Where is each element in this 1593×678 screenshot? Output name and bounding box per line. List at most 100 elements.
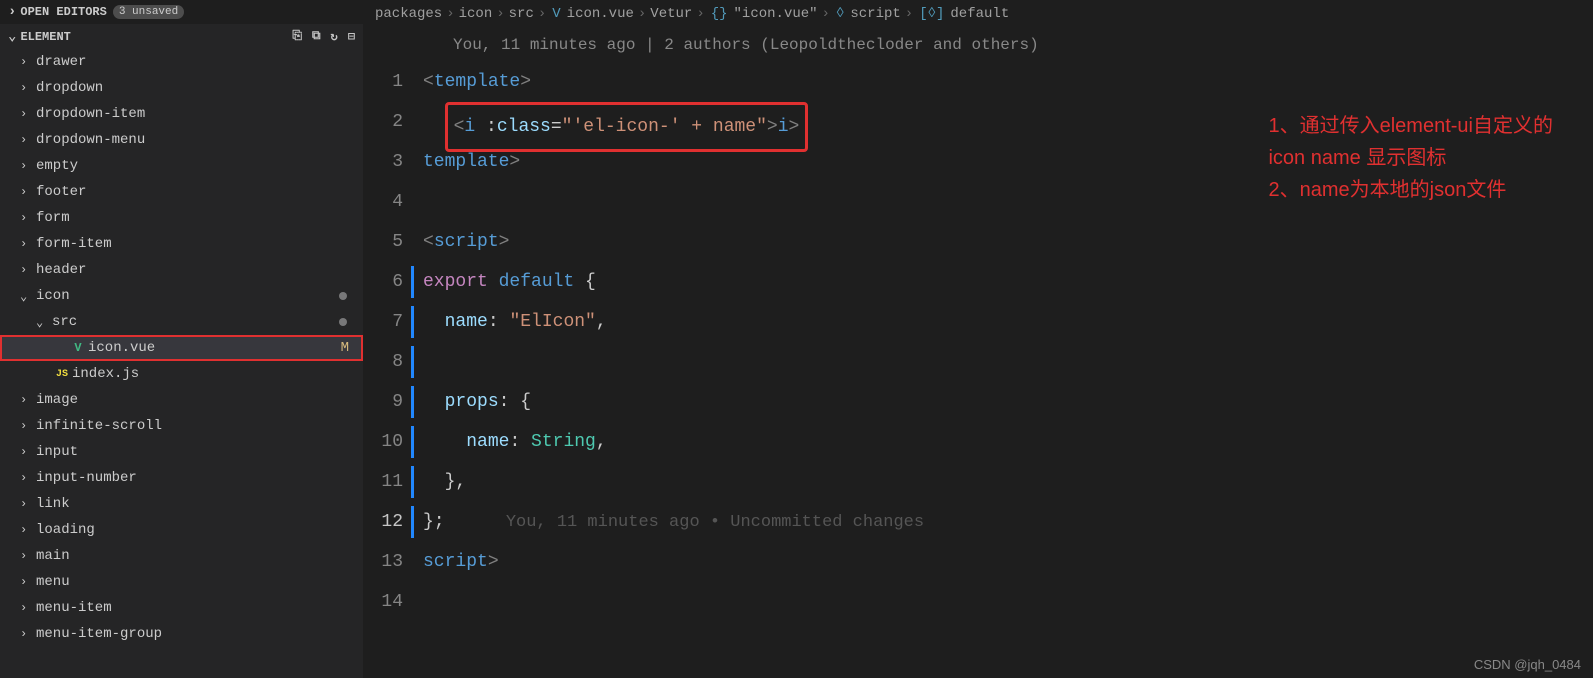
tree-item-dropdown-item[interactable]: ›dropdown-item — [0, 101, 363, 127]
line-number: 10 — [363, 422, 403, 462]
breadcrumb-sep: › — [638, 6, 646, 22]
tree-item-icon[interactable]: ⌄icon — [0, 283, 363, 309]
tree-item-icon-vue[interactable]: Vicon.vueM — [0, 335, 363, 361]
breadcrumb-sep: › — [696, 6, 704, 22]
chevron-right-icon: › — [8, 4, 16, 20]
tree-item-input-number[interactable]: ›input-number — [0, 465, 363, 491]
tree-item-dropdown[interactable]: ›dropdown — [0, 75, 363, 101]
code-line: <template> — [423, 62, 1593, 102]
item-label: header — [36, 262, 363, 278]
chevron-icon: › — [20, 575, 36, 589]
tree-item-empty[interactable]: ›empty — [0, 153, 363, 179]
editor-area: packages › icon › src › Vicon.vue › Vetu… — [363, 0, 1593, 678]
open-editors-header[interactable]: › OPEN EDITORS 3 unsaved — [0, 0, 363, 24]
annotation-line-2: icon name 显示图标 — [1268, 142, 1553, 174]
chevron-icon: › — [20, 55, 36, 69]
breadcrumb-item[interactable]: script — [850, 6, 900, 22]
line-number: 7 — [363, 302, 403, 342]
breadcrumb-icon: V — [552, 6, 560, 22]
tree-item-drawer[interactable]: ›drawer — [0, 49, 363, 75]
git-change-bar — [411, 466, 414, 498]
js-icon: JS — [52, 369, 72, 380]
tree-item-footer[interactable]: ›footer — [0, 179, 363, 205]
item-label: main — [36, 548, 363, 564]
item-label: input-number — [36, 470, 363, 486]
item-label: menu — [36, 574, 363, 590]
breadcrumb-item[interactable]: icon.vue — [567, 6, 634, 22]
item-label: input — [36, 444, 363, 460]
line-number: 11 — [363, 462, 403, 502]
item-label: infinite-scroll — [36, 418, 363, 434]
breadcrumb-item[interactable]: packages — [375, 6, 442, 22]
file-tree: ›drawer›dropdown›dropdown-item›dropdown-… — [0, 49, 363, 647]
modified-dot-icon — [339, 318, 347, 326]
line-number: 1 — [363, 62, 403, 102]
tree-item-menu[interactable]: ›menu — [0, 569, 363, 595]
breadcrumb-item[interactable]: Vetur — [650, 6, 692, 22]
chevron-icon: › — [20, 237, 36, 251]
git-change-bar — [411, 346, 414, 378]
tree-item-image[interactable]: ›image — [0, 387, 363, 413]
tree-item-link[interactable]: ›link — [0, 491, 363, 517]
item-label: link — [36, 496, 363, 512]
tree-item-menu-item[interactable]: ›menu-item — [0, 595, 363, 621]
tree-item-menu-item-group[interactable]: ›menu-item-group — [0, 621, 363, 647]
code-line: }; You, 11 minutes ago • Uncommitted cha… — [423, 502, 1593, 542]
breadcrumb-icon: {} — [711, 6, 728, 22]
line-number: 2 — [363, 102, 403, 142]
tree-item-main[interactable]: ›main — [0, 543, 363, 569]
chevron-icon: › — [20, 263, 36, 277]
tree-item-index-js[interactable]: JSindex.js — [0, 361, 363, 387]
new-file-icon[interactable]: ⎘ — [292, 29, 302, 44]
chevron-icon: ⌄ — [36, 315, 52, 330]
line-number: 13 — [363, 542, 403, 582]
breadcrumb-item[interactable]: icon — [459, 6, 493, 22]
breadcrumb-sep: › — [538, 6, 546, 22]
tree-item-dropdown-menu[interactable]: ›dropdown-menu — [0, 127, 363, 153]
tree-item-header[interactable]: ›header — [0, 257, 363, 283]
collapse-icon[interactable]: ⊟ — [348, 29, 355, 44]
code-line — [423, 582, 1593, 622]
tree-item-form-item[interactable]: ›form-item — [0, 231, 363, 257]
tree-item-loading[interactable]: ›loading — [0, 517, 363, 543]
git-change-bar — [411, 306, 414, 338]
tree-item-src[interactable]: ⌄src — [0, 309, 363, 335]
breadcrumb-icon: [◊] — [919, 6, 944, 22]
tree-item-form[interactable]: ›form — [0, 205, 363, 231]
git-change-bar — [411, 386, 414, 418]
modified-dot-icon — [339, 292, 347, 300]
git-change-bar — [411, 506, 414, 538]
tree-item-input[interactable]: ›input — [0, 439, 363, 465]
breadcrumb-item[interactable]: "icon.vue" — [734, 6, 818, 22]
breadcrumb-item[interactable]: src — [509, 6, 534, 22]
breadcrumb-icon: ◊ — [836, 6, 844, 22]
chevron-icon: › — [20, 601, 36, 615]
chevron-icon: › — [20, 523, 36, 537]
chevron-icon: › — [20, 133, 36, 147]
chevron-icon: › — [20, 419, 36, 433]
explorer-section-header[interactable]: ⌄ ELEMENT ⎘ ⧉ ↻ ⊟ — [0, 24, 363, 49]
chevron-icon: › — [20, 471, 36, 485]
code-line: name: String, — [423, 422, 1593, 462]
breadcrumbs[interactable]: packages › icon › src › Vicon.vue › Vetu… — [363, 0, 1593, 28]
new-folder-icon[interactable]: ⧉ — [312, 29, 321, 44]
chevron-icon: ⌄ — [20, 289, 36, 304]
item-label: src — [52, 314, 339, 330]
chevron-icon: › — [20, 627, 36, 641]
line-number: 8 — [363, 342, 403, 382]
tree-item-infinite-scroll[interactable]: ›infinite-scroll — [0, 413, 363, 439]
item-label: loading — [36, 522, 363, 538]
code-line: }, — [423, 462, 1593, 502]
chevron-icon: › — [20, 445, 36, 459]
breadcrumb-sep: › — [496, 6, 504, 22]
line-number: 9 — [363, 382, 403, 422]
breadcrumb-item[interactable]: default — [950, 6, 1009, 22]
breadcrumb-sep: › — [446, 6, 454, 22]
chevron-icon: › — [20, 211, 36, 225]
code-line — [423, 342, 1593, 382]
item-label: index.js — [72, 366, 363, 382]
item-label: dropdown — [36, 80, 363, 96]
item-label: footer — [36, 184, 363, 200]
refresh-icon[interactable]: ↻ — [331, 29, 338, 44]
line-number: 4 — [363, 182, 403, 222]
